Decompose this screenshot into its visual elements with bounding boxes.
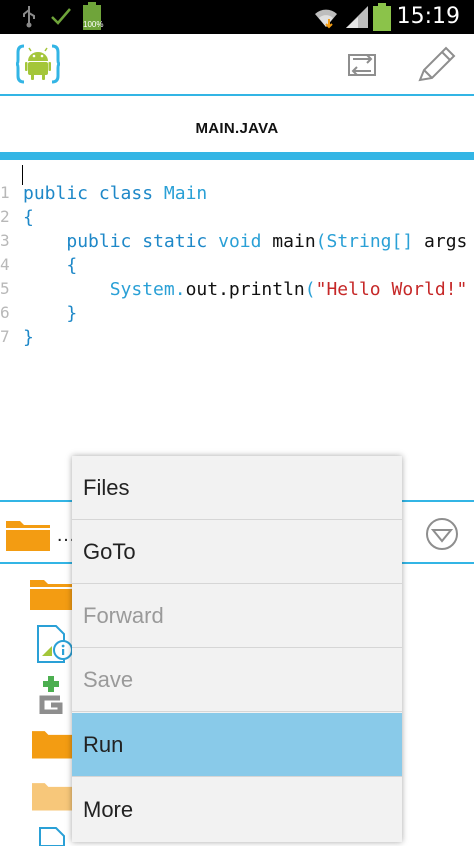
code-editor[interactable]: 1 public class Main 2{ 3 public static vo…	[0, 160, 474, 500]
folder-icon[interactable]	[32, 726, 72, 760]
status-bar: 100% 15:19	[0, 0, 474, 34]
folder-light-icon[interactable]	[32, 778, 72, 812]
action-bar	[0, 34, 474, 94]
wifi-icon	[315, 9, 337, 29]
file-icon[interactable]	[36, 826, 70, 846]
menu-item-more[interactable]: More	[72, 778, 402, 842]
menu-item-label: GoTo	[83, 539, 136, 564]
menu-item-label: Save	[83, 667, 134, 692]
file-info-icon[interactable]	[34, 624, 74, 664]
code-line: 5 System.out.println("Hello World!"	[0, 279, 468, 300]
dropdown-circle-icon[interactable]	[424, 516, 460, 552]
code-line: 1 public class Main	[0, 183, 208, 204]
battery-icon	[373, 3, 391, 31]
menu-item-label: Files	[83, 475, 130, 500]
menu-item-forward: Forward	[72, 584, 402, 648]
menu-item-files[interactable]: Files	[72, 456, 402, 520]
usb-icon	[23, 6, 35, 28]
line-number: 7	[0, 327, 10, 346]
tab-main-java[interactable]: MAIN.JAVA	[0, 120, 474, 137]
tab-bar: MAIN.JAVA	[0, 96, 474, 152]
signal-icon	[346, 6, 368, 28]
menu-item-label: Run	[83, 732, 124, 757]
gplus-icon[interactable]	[38, 674, 64, 714]
menu-item-run[interactable]: Run	[72, 713, 402, 777]
android-braces-icon[interactable]	[16, 44, 60, 84]
popup-menu: Files GoTo Forward Save Run More	[72, 456, 402, 842]
code-line: 2{	[0, 207, 34, 228]
folder-icon[interactable]	[30, 576, 74, 610]
clock: 15:19	[396, 4, 460, 29]
battery-percent-label: 100%	[83, 20, 104, 29]
folder-icon[interactable]	[6, 517, 50, 551]
swap-icon[interactable]	[344, 48, 380, 82]
menu-item-label: More	[83, 797, 134, 822]
tab-indicator	[0, 152, 474, 160]
menu-item-label: Forward	[83, 603, 164, 628]
menu-item-save: Save	[72, 648, 402, 712]
code-line: 3 public static void main(String[] args	[0, 231, 468, 252]
code-line: 7}	[0, 327, 34, 348]
pencil-icon[interactable]	[416, 46, 456, 84]
code-line: 6 }	[0, 303, 78, 324]
code-line: 4 {	[0, 255, 78, 276]
menu-item-goto[interactable]: GoTo	[72, 520, 402, 584]
check-icon	[51, 8, 71, 25]
